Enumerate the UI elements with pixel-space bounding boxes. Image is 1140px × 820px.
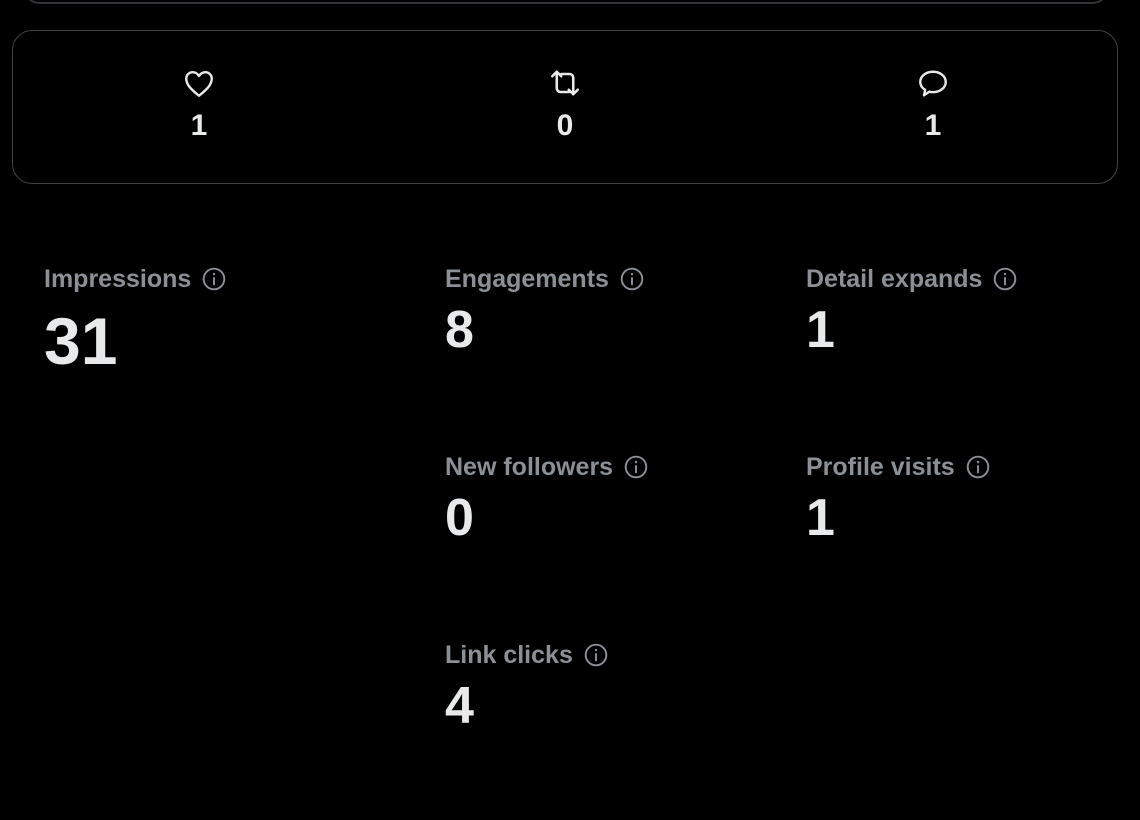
- metric-value: 8: [445, 301, 474, 359]
- metric-value: 4: [445, 677, 474, 735]
- reposts-count: 0: [556, 109, 574, 142]
- metric-value: 1: [806, 301, 835, 359]
- reply-bubble-icon: [919, 70, 947, 97]
- metric-label: Link clicks: [445, 640, 573, 669]
- metric-value: 0: [445, 489, 474, 547]
- info-icon[interactable]: [619, 266, 645, 292]
- engagement-summary-card: 1 0 1: [12, 30, 1118, 184]
- info-icon[interactable]: [201, 266, 227, 292]
- replies-stat[interactable]: 1: [873, 65, 993, 144]
- repost-icon: [550, 70, 580, 96]
- metric-new-followers: New followers 0: [445, 452, 649, 544]
- previous-card-edge: [22, 0, 1110, 4]
- metric-impressions: Impressions 31: [44, 264, 227, 374]
- metric-label: Detail expands: [806, 264, 983, 293]
- metric-label: New followers: [445, 452, 614, 481]
- likes-count: 1: [190, 109, 208, 142]
- reposts-stat[interactable]: 0: [505, 65, 625, 144]
- metric-label: Engagements: [445, 264, 609, 293]
- metric-label: Profile visits: [806, 452, 955, 481]
- metric-engagements: Engagements 8: [445, 264, 645, 356]
- metric-value: 31: [44, 304, 118, 378]
- info-icon[interactable]: [992, 266, 1018, 292]
- metric-profile-visits: Profile visits 1: [806, 452, 991, 544]
- metric-label: Impressions: [44, 264, 192, 293]
- heart-icon: [185, 71, 213, 97]
- metric-link-clicks: Link clicks 4: [445, 640, 609, 732]
- replies-count: 1: [924, 109, 942, 142]
- metric-value: 1: [806, 489, 835, 547]
- info-icon[interactable]: [623, 454, 649, 480]
- likes-stat[interactable]: 1: [139, 65, 259, 144]
- metric-detail-expands: Detail expands 1: [806, 264, 1018, 356]
- info-icon[interactable]: [583, 642, 609, 668]
- info-icon[interactable]: [965, 454, 991, 480]
